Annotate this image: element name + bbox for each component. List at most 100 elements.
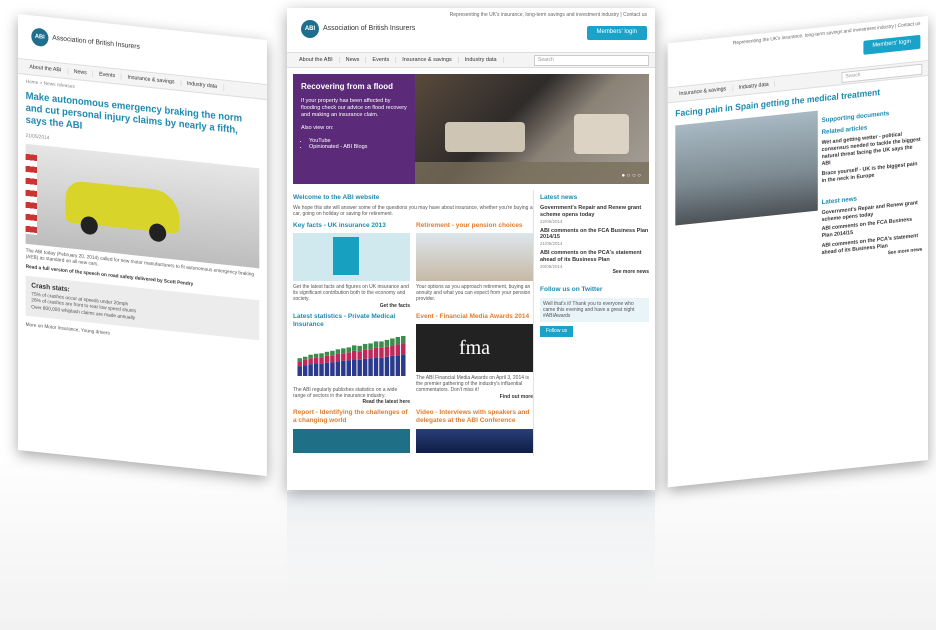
sofa-shape: [445, 122, 525, 152]
chart-bar-segment: [379, 357, 384, 376]
news-item[interactable]: ABI comments on the PCA's statement ahea…: [540, 250, 649, 269]
nav-item-data[interactable]: Industry data: [732, 80, 776, 92]
members-login-button[interactable]: Members' login: [586, 26, 647, 40]
chart-bar-segment: [335, 361, 341, 376]
chart-bar-segment: [346, 347, 351, 353]
chart-bar-segment: [362, 343, 368, 350]
right-sidebar: Supporting documents Related articles We…: [822, 103, 923, 264]
hero-link-blog[interactable]: Opinionated - ABI Blogs: [309, 144, 407, 151]
news-item[interactable]: ABI comments on the FCA Business Plan 20…: [540, 228, 649, 247]
crash-test-image: [25, 143, 260, 268]
hero-link-youtube[interactable]: YouTube: [309, 138, 407, 145]
chart-bar-segment: [302, 365, 308, 376]
chart-bar-segment: [346, 360, 351, 376]
nav-item-insurance[interactable]: Insurance & savings: [121, 73, 182, 87]
chart-bar-segment: [319, 357, 324, 364]
abi-logo-icon[interactable]: ABI: [31, 27, 49, 48]
carousel-dots[interactable]: ● ○ ○ ○: [622, 173, 642, 181]
chart-bar-segment: [368, 358, 373, 376]
feature-grid-row2: Latest statistics - Private Medical Insu…: [293, 309, 533, 406]
follow-us-button[interactable]: Follow us: [540, 326, 574, 337]
flooded-room-image: ● ○ ○ ○: [415, 74, 649, 184]
chart-bar-segment: [373, 347, 379, 358]
retirement-text: Your options as you approach retirement,…: [416, 283, 531, 303]
brand-name: Association of British Insurers: [323, 25, 416, 32]
find-out-more-link[interactable]: Find out more: [416, 394, 533, 400]
nav-item-events[interactable]: Events: [93, 70, 122, 81]
feature-grid-row1: Key facts - UK insurance 2013 Get the la…: [293, 218, 533, 309]
page-reflection: [287, 492, 655, 612]
latest-news-title: Latest news: [540, 194, 578, 201]
statistics-card[interactable]: Latest statistics - Private Medical Insu…: [293, 309, 410, 406]
chart-bar-segment: [335, 353, 341, 362]
chart-bar-segment: [390, 355, 395, 376]
event-card[interactable]: Event - Financial Media Awards 2014 fma …: [416, 309, 533, 406]
hero-title: Recovering from a flood: [301, 82, 394, 91]
nav-item-about[interactable]: About the ABI: [293, 56, 340, 64]
header: ABI Association of British Insurers Repr…: [287, 8, 655, 53]
center-webpage: ABI Association of British Insurers Repr…: [287, 8, 655, 490]
tagline: Representing the UK's insurance, long-te…: [449, 12, 647, 18]
chart-bar-segment: [308, 354, 313, 359]
event-text: The ABI Financial Media Awards on April …: [416, 374, 530, 394]
hero-text-panel: Recovering from a flood If your property…: [293, 74, 415, 184]
chart-bar-segment: [362, 349, 368, 359]
chart-bar-segment: [352, 359, 357, 376]
chart-bar-segment: [341, 360, 346, 376]
welcome-title: Welcome to the ABI website: [293, 194, 380, 201]
chart-bar-segment: [362, 358, 368, 376]
tweet: Well that's it! Thank you to everyone wh…: [540, 297, 649, 323]
see-more-news-link[interactable]: See more news: [540, 269, 649, 275]
main-nav: About the ABI News Events Insurance & sa…: [287, 53, 655, 68]
fma-logo: fma: [416, 323, 533, 372]
chart-bar-segment: [368, 349, 373, 359]
chart-bar-segment: [384, 356, 390, 376]
video-thumbnail: [416, 428, 533, 453]
chart-bar-segment: [401, 336, 406, 344]
chart-bar-segment: [297, 358, 302, 362]
chart-bar-segment: [341, 353, 346, 361]
chart-bar-segment: [297, 366, 302, 376]
abi-logo-icon[interactable]: ABI: [301, 20, 319, 38]
stats-chart: [293, 332, 410, 380]
key-facts-card[interactable]: Key facts - UK insurance 2013 Get the la…: [293, 218, 410, 309]
welcome-text: We hope this site will answer some of th…: [293, 205, 533, 218]
chart-bar-segment: [352, 345, 357, 351]
members-login-button[interactable]: Members' login: [862, 34, 921, 55]
booklet-shape: [333, 236, 359, 275]
chart-bar-segment: [330, 355, 335, 363]
couple-image: [416, 232, 533, 281]
chart-bar-segment: [313, 357, 319, 364]
search-input[interactable]: Search: [534, 54, 649, 66]
chart-bar-segment: [384, 346, 390, 357]
chart-bar-segment: [313, 353, 319, 358]
nav-item-events[interactable]: Events: [366, 56, 397, 64]
chart-bar-segment: [395, 355, 401, 376]
chart-bar-segment: [330, 350, 335, 356]
sidebar: Latest news Government's Repair and Rene…: [533, 190, 649, 456]
chart-bar-segment: [390, 345, 395, 356]
hero-also: Also view on:: [301, 124, 334, 131]
chart-bar-segment: [390, 338, 395, 346]
chart-bar-segment: [379, 347, 384, 358]
chart-bar-segment: [357, 359, 362, 376]
nav-item-news[interactable]: News: [68, 67, 94, 78]
news-item[interactable]: Government's Repair and Renew grant sche…: [540, 205, 649, 224]
nav-item-news[interactable]: News: [340, 56, 367, 64]
nav-item-data[interactable]: Industry data: [181, 79, 224, 92]
nav-item-data[interactable]: Industry data: [459, 56, 504, 64]
video-card[interactable]: Video - Interviews with speakers and del…: [416, 405, 533, 455]
brochure-scene: ABI Association of British Insurers Abou…: [0, 0, 936, 630]
nav-item-about[interactable]: About the ABI: [23, 63, 69, 75]
chart-bar-segment: [302, 356, 308, 360]
retirement-card[interactable]: Retirement - your pension choices Your o…: [416, 218, 533, 309]
nav-item-insurance[interactable]: Insurance & savings: [673, 85, 733, 99]
nav-item-insurance[interactable]: Insurance & savings: [396, 56, 459, 64]
hero-banner: Recovering from a flood If your property…: [293, 74, 649, 184]
twitter-title: Follow us on Twitter: [540, 285, 603, 293]
main-column: Welcome to the ABI website We hope this …: [293, 190, 533, 456]
key-facts-title: Key facts - UK insurance 2013: [293, 221, 386, 229]
barrier-stripe: [25, 153, 37, 235]
report-card[interactable]: Report - Identifying the challenges of a…: [293, 405, 410, 455]
feature-grid-row3: Report - Identifying the challenges of a…: [293, 405, 533, 455]
